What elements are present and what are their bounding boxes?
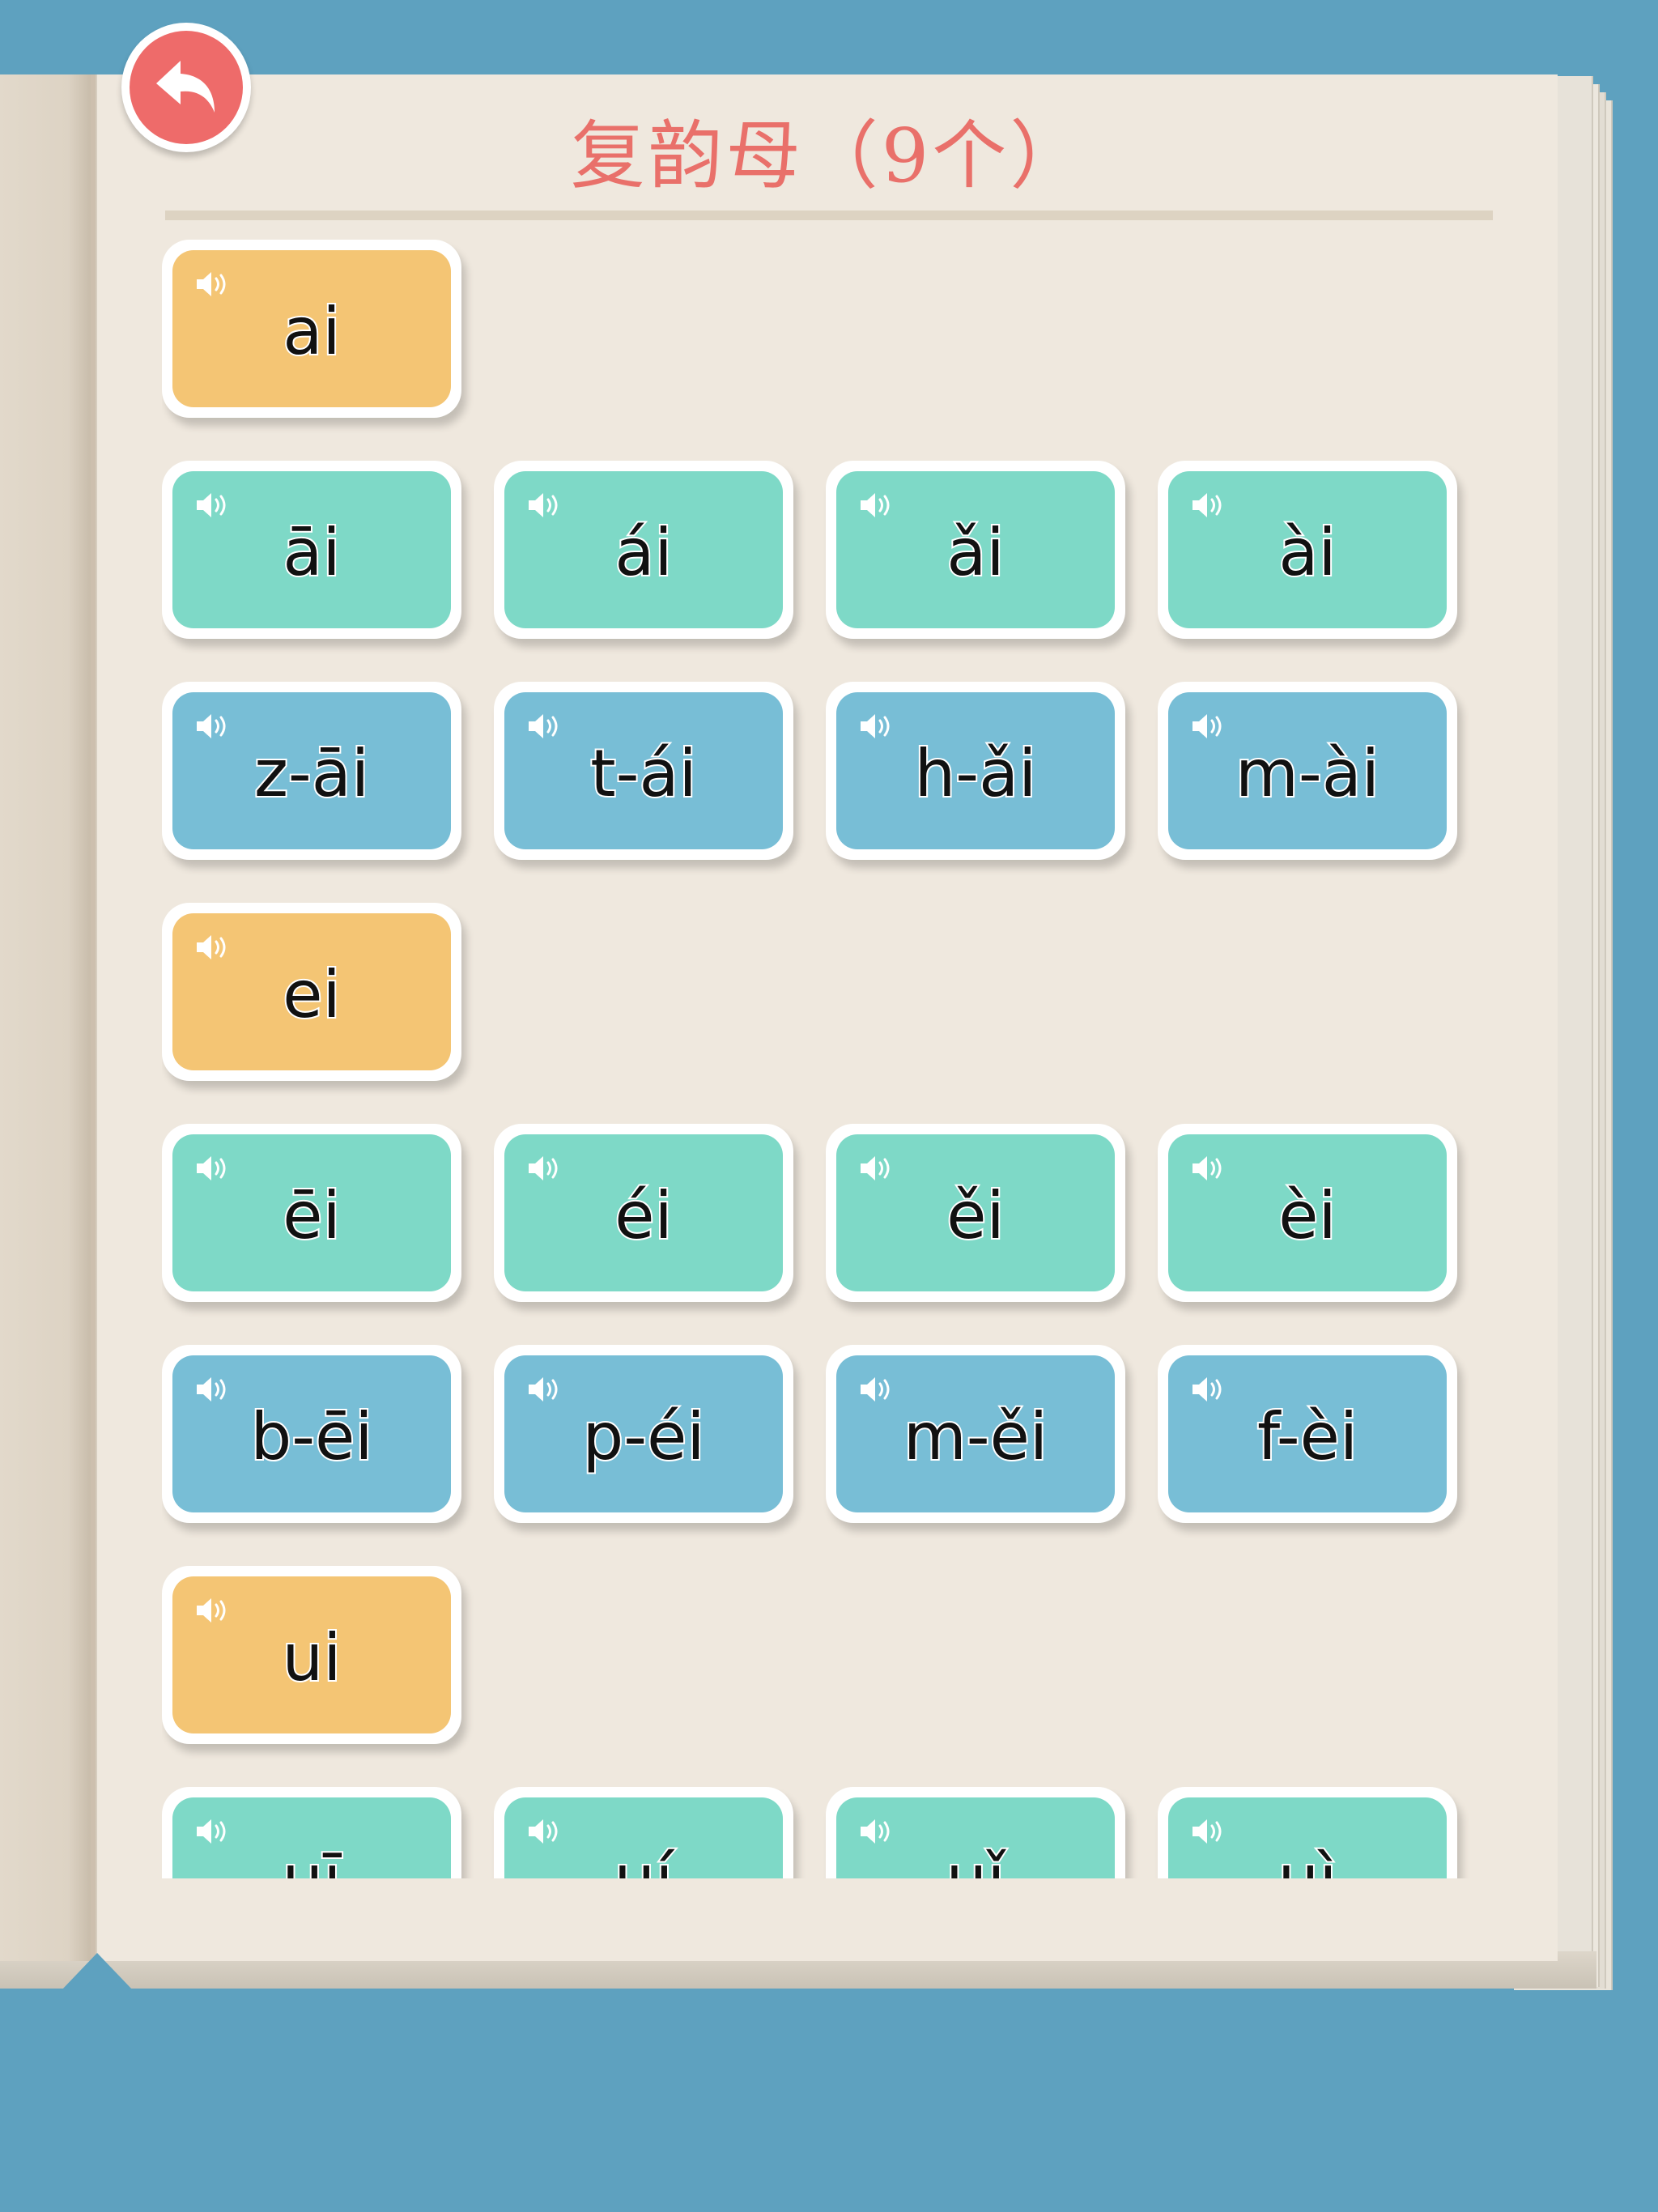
pinyin-label: f-èi [1256,1397,1359,1476]
card-face: z-āi [172,692,451,849]
tone-card[interactable]: uì [1158,1787,1457,1878]
card-face: uǐ [836,1797,1115,1878]
card-face: āi [172,471,451,628]
pinyin-label: m-ài [1234,734,1381,813]
speaker-icon [197,1819,226,1844]
card-face: f-èi [1168,1355,1447,1512]
speaker-icon [529,1156,558,1180]
pinyin-label: ei [281,955,342,1034]
card-face: éi [504,1134,783,1291]
speaker-icon [197,714,226,738]
speaker-icon [197,1156,226,1180]
speaker-icon [861,493,890,517]
pinyin-label: h-ǎi [913,734,1039,813]
pinyin-label: āi [281,513,342,592]
pinyin-label: uǐ [945,1840,1007,1879]
speaker-icon [197,1598,226,1623]
pinyin-label: ài [1277,513,1337,592]
syllable-card[interactable]: m-ài [1158,682,1457,860]
tone-card[interactable]: éi [494,1124,793,1302]
speaker-icon [197,272,226,296]
card-face: ai [172,250,451,407]
speaker-icon [1192,1819,1222,1844]
syllable-card[interactable]: f-èi [1158,1345,1457,1523]
pinyin-label: ěi [945,1176,1005,1255]
speaker-icon [861,714,890,738]
syllable-card[interactable]: z-āi [162,682,461,860]
tone-card[interactable]: èi [1158,1124,1457,1302]
card-face: p-éi [504,1355,783,1512]
title-divider [165,211,1493,220]
pinyin-label: ēi [281,1176,342,1255]
card-face: uí [504,1797,783,1878]
pinyin-label: èi [1277,1176,1337,1255]
book-spine-line [91,74,96,1961]
speaker-icon [529,714,558,738]
card-face: èi [1168,1134,1447,1291]
speaker-icon [529,1377,558,1402]
pinyin-label: uí [613,1840,675,1879]
card-face: uī [172,1797,451,1878]
pinyin-label: éi [613,1176,674,1255]
speaker-icon [861,1377,890,1402]
speaker-icon [529,493,558,517]
final-card[interactable]: ui [162,1566,461,1744]
syllable-card[interactable]: b-ēi [162,1345,461,1523]
pinyin-label: t-ái [589,734,698,813]
speaker-icon [529,1819,558,1844]
pinyin-label: ai [281,292,342,371]
card-face: t-ái [504,692,783,849]
tone-card[interactable]: āi [162,461,461,639]
card-face: ei [172,913,451,1070]
bookmark-notch [62,1953,133,1990]
speaker-icon [197,1377,226,1402]
tone-card[interactable]: ài [1158,461,1457,639]
pinyin-label: uī [281,1840,343,1879]
speaker-icon [861,1156,890,1180]
card-face: ái [504,471,783,628]
pinyin-label: ui [281,1619,343,1697]
card-face: ěi [836,1134,1115,1291]
card-list[interactable]: ai āi ái ǎi ài z-āi t-ái h-ǎi m-ài ei ēi éi ěi èi b-ēi… [162,240,1490,1878]
speaker-icon [197,935,226,959]
card-face: m-ài [1168,692,1447,849]
book-spine [0,74,97,1961]
final-card[interactable]: ai [162,240,461,418]
card-face: ǎi [836,471,1115,628]
pinyin-label: b-ēi [249,1397,374,1476]
pinyin-label: m-ěi [902,1397,1049,1476]
syllable-card[interactable]: p-éi [494,1345,793,1523]
final-card[interactable]: ei [162,903,461,1081]
card-face: uì [1168,1797,1447,1878]
syllable-card[interactable]: t-ái [494,682,793,860]
speaker-icon [861,1819,890,1844]
syllable-card[interactable]: h-ǎi [826,682,1125,860]
card-face: m-ěi [836,1355,1115,1512]
speaker-icon [1192,493,1222,517]
pinyin-label: p-éi [580,1397,706,1476]
tone-card[interactable]: uí [494,1787,793,1878]
card-face: ēi [172,1134,451,1291]
tone-card[interactable]: ǎi [826,461,1125,639]
speaker-icon [197,493,226,517]
pinyin-label: ǎi [945,513,1005,592]
tone-card[interactable]: ēi [162,1124,461,1302]
card-face: h-ǎi [836,692,1115,849]
pinyin-label: z-āi [253,734,371,813]
syllable-card[interactable]: m-ěi [826,1345,1125,1523]
tone-card[interactable]: ěi [826,1124,1125,1302]
speaker-icon [1192,714,1222,738]
speaker-icon [1192,1377,1222,1402]
tone-card[interactable]: uī [162,1787,461,1878]
page-title: 复韵母（9个） [570,113,1088,199]
card-face: ài [1168,471,1447,628]
tone-card[interactable]: ái [494,461,793,639]
pinyin-label: uì [1277,1840,1339,1879]
card-face: b-ēi [172,1355,451,1512]
pinyin-label: ái [613,513,674,592]
card-face: ui [172,1576,451,1733]
speaker-icon [1192,1156,1222,1180]
tone-card[interactable]: uǐ [826,1787,1125,1878]
